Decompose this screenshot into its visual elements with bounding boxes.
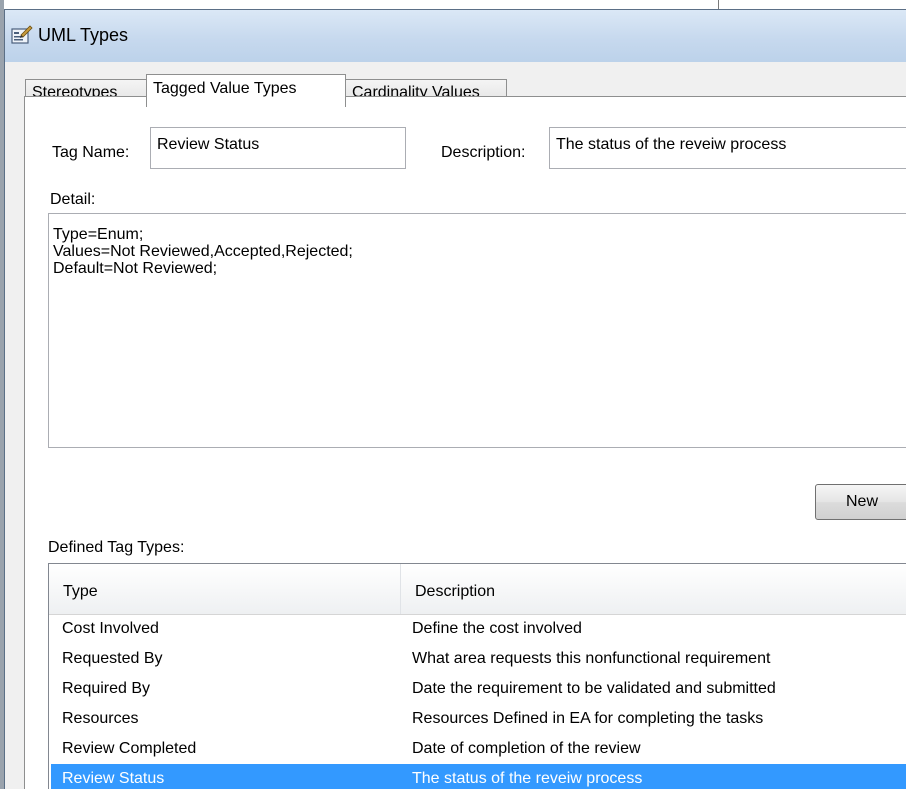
row-type: Requested By (62, 650, 163, 667)
row-description: Date of completion of the review (412, 740, 641, 757)
row-description: Resources Defined in EA for completing t… (412, 710, 764, 727)
table-row[interactable]: Resources Resources Defined in EA for co… (51, 704, 906, 734)
row-description: The status of the reveiw process (412, 770, 643, 787)
desktop-strip (0, 0, 906, 9)
title-bar[interactable]: UML Types (5, 10, 906, 62)
row-type: Resources (62, 710, 139, 727)
detail-textarea[interactable]: Type=Enum; Values=Not Reviewed,Accepted,… (48, 213, 906, 448)
defined-tag-types-list[interactable]: Type Description Cost Involved Define th… (48, 563, 906, 789)
row-type: Review Status (62, 770, 165, 787)
column-header-description[interactable]: Description (401, 564, 906, 614)
row-description: Define the cost involved (412, 620, 582, 637)
table-row[interactable]: Requested By What area requests this non… (51, 644, 906, 674)
new-button[interactable]: New (815, 484, 906, 520)
tag-name-field[interactable]: Review Status (150, 127, 406, 169)
table-row-selected[interactable]: Review Status The status of the reveiw p… (51, 764, 906, 789)
tab-tagged-value-types[interactable]: Tagged Value Types (146, 74, 346, 107)
column-header-type[interactable]: Type (49, 564, 400, 614)
list-header: Type Description (49, 564, 906, 615)
uml-types-window-icon (11, 24, 33, 46)
detail-label: Detail: (50, 191, 96, 208)
description-label: Description: (441, 144, 526, 161)
table-row[interactable]: Review Completed Date of completion of t… (51, 734, 906, 764)
row-description: Date the requirement to be validated and… (412, 680, 776, 697)
table-row[interactable]: Required By Date the requirement to be v… (51, 674, 906, 704)
table-row[interactable]: Cost Involved Define the cost involved (51, 614, 906, 644)
row-type: Review Completed (62, 740, 197, 757)
divider (718, 0, 719, 9)
defined-tag-types-label: Defined Tag Types: (48, 539, 185, 556)
window-title: UML Types (38, 25, 129, 45)
description-field[interactable]: The status of the reveiw process (549, 127, 906, 169)
screen: UML Types Stereotypes Tagged Value Types… (0, 0, 906, 789)
row-type: Cost Involved (62, 620, 159, 637)
tag-name-label: Tag Name: (52, 144, 130, 161)
row-type: Required By (62, 680, 151, 697)
row-description: What area requests this nonfunctional re… (412, 650, 771, 667)
